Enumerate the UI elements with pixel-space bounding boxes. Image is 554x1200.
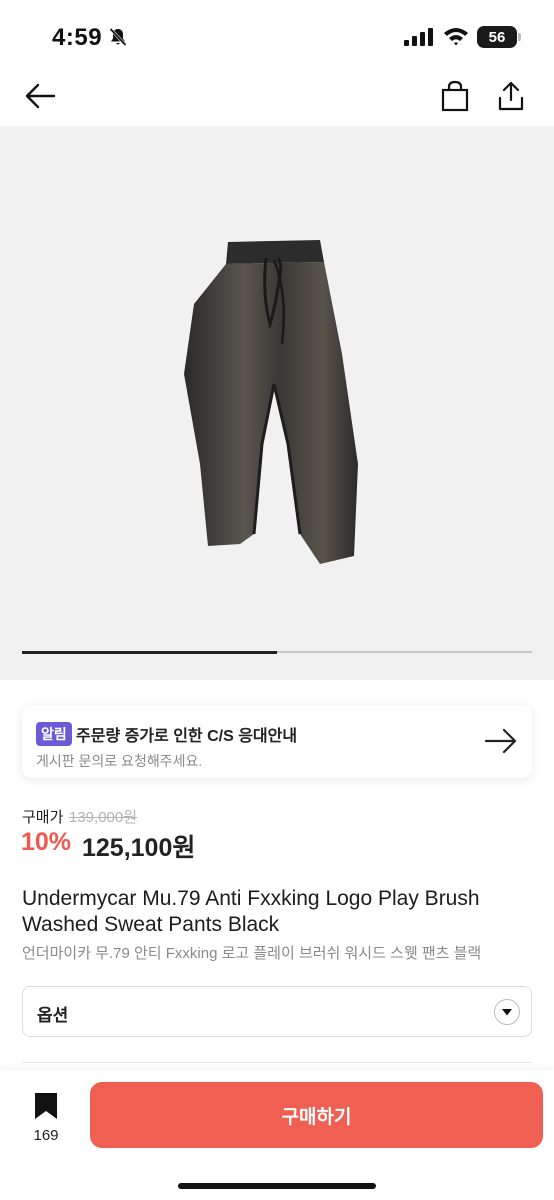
original-price: 139,000원: [69, 809, 138, 826]
battery-level: 56: [488, 28, 506, 46]
battery-icon: 56: [477, 26, 521, 48]
price-label: 구매가: [22, 809, 64, 826]
product-subtitle: 언더마이카 무.79 안티 Fxxking 로고 플레이 브러쉬 워시드 스웻 …: [22, 945, 482, 962]
arrow-right-icon: [484, 728, 517, 754]
status-bar: 4:59 56: [0, 0, 554, 72]
top-nav: [0, 72, 554, 124]
signal-icon: [404, 28, 433, 46]
back-arrow-icon[interactable]: [24, 82, 56, 110]
shopping-bag-icon[interactable]: [440, 80, 470, 112]
option-label: 옵션: [37, 1006, 69, 1025]
gallery-progress-track: [22, 650, 532, 654]
wifi-icon: [444, 28, 468, 46]
divider: [22, 1062, 532, 1063]
share-icon[interactable]: [496, 80, 526, 112]
bell-muted-icon: [109, 27, 127, 47]
bottom-action-bar: 169 구매하기: [0, 1070, 554, 1200]
gallery-progress-fill: [22, 650, 277, 654]
wishlist-count: 169: [33, 1127, 59, 1144]
buy-button[interactable]: 구매하기: [90, 1082, 543, 1148]
status-time: 4:59: [52, 24, 103, 51]
product-image-gallery[interactable]: [0, 126, 554, 680]
option-select[interactable]: 옵션: [22, 986, 532, 1037]
bookmark-icon: [35, 1093, 57, 1119]
current-price: 125,100원: [82, 834, 196, 862]
wishlist-button[interactable]: 169: [24, 1092, 68, 1144]
notice-title: 주문량 증가로 인한 C/S 응대안내: [76, 728, 298, 745]
chevron-down-icon: [494, 999, 520, 1025]
notice-card[interactable]: 알림 주문량 증가로 인한 C/S 응대안내 게시판 문의로 요청해주세요.: [22, 705, 532, 778]
notice-subtitle: 게시판 문의로 요청해주세요.: [36, 753, 203, 769]
notice-tag: 알림: [36, 722, 72, 746]
discount-rate: 10%: [21, 828, 72, 856]
product-title: Undermycar Mu.79 Anti Fxxking Logo Play …: [22, 887, 480, 936]
home-indicator: [178, 1183, 376, 1189]
product-image: [184, 240, 358, 564]
